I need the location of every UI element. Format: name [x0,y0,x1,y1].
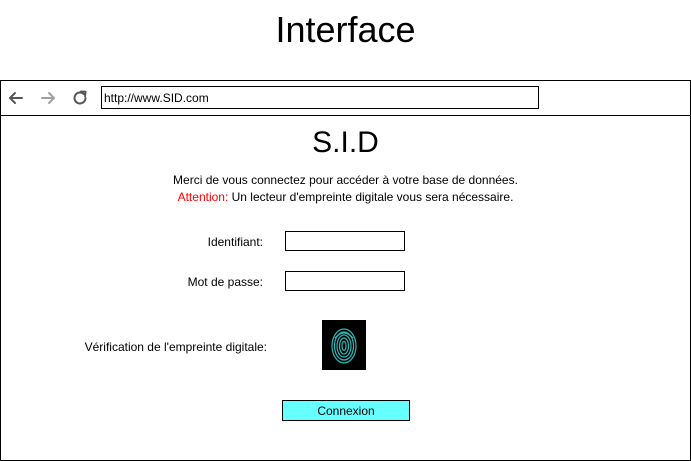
identifier-label: Identifiant: [207,235,263,249]
connexion-button[interactable]: Connexion [282,400,410,421]
fingerprint-icon[interactable] [322,320,366,370]
login-instructions: Merci de vous connectez pour accéder à v… [173,173,518,187]
fingerprint-notice-text: Un lecteur d'empreinte digitale vous ser… [228,190,514,204]
address-bar[interactable] [101,86,539,109]
forward-arrow-icon[interactable] [38,88,58,108]
reload-icon[interactable] [70,88,90,108]
fingerprint-verification-label: Vérification de l'empreinte digitale: [84,340,267,354]
back-arrow-icon[interactable] [6,88,26,108]
password-input[interactable] [285,271,405,291]
page-title: Interface [275,9,416,50]
attention-label: Attention: [177,190,229,204]
identifier-input[interactable] [285,231,405,251]
browser-toolbar [1,81,690,116]
fingerprint-graphic [331,328,357,364]
site-title: S.I.D [312,126,379,159]
password-label: Mot de passe: [187,275,263,289]
fingerprint-notice: Attention: Un lecteur d'empreinte digita… [1,189,690,205]
browser-window: S.I.D Merci de vous connectez pour accéd… [0,80,691,461]
